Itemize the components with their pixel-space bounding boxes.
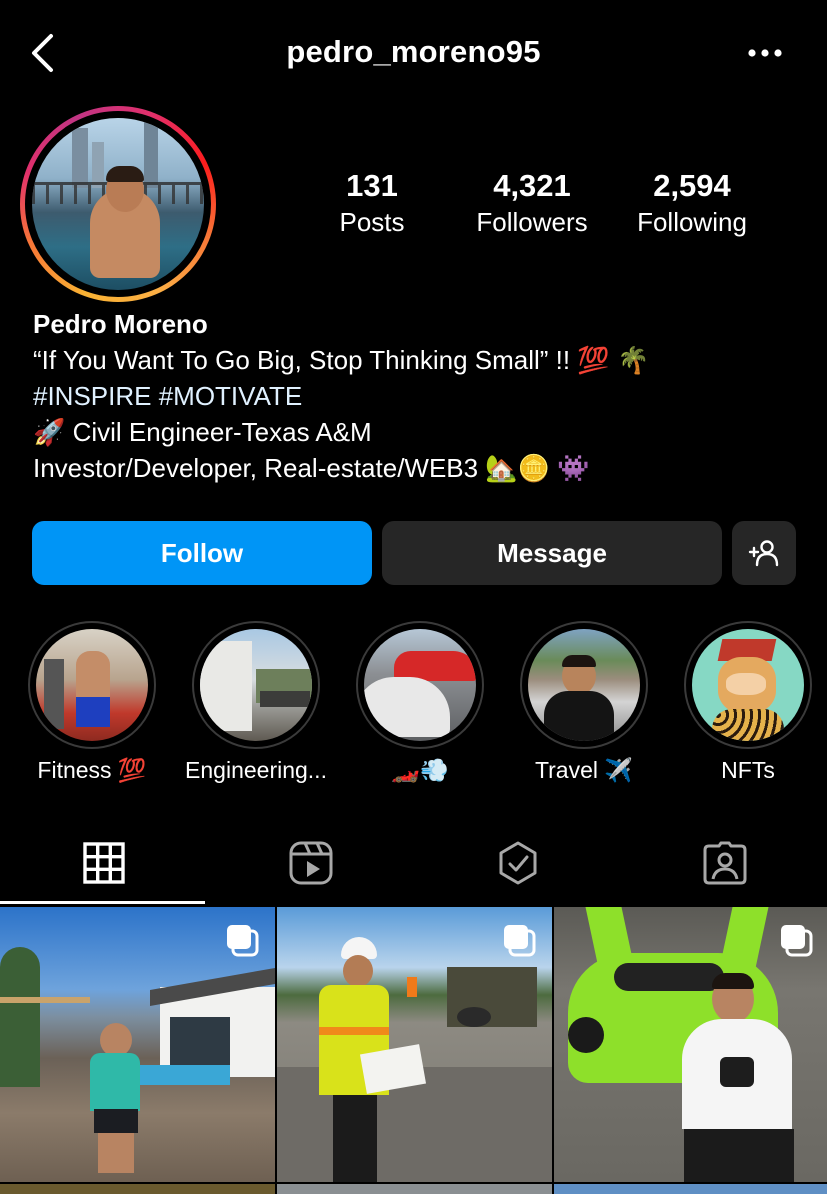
highlight-travel-thumbnail bbox=[528, 629, 640, 741]
profile-display-name: Pedro Moreno bbox=[33, 309, 208, 339]
followers-label: Followers bbox=[476, 207, 588, 237]
more-dots-icon bbox=[748, 49, 782, 57]
post-thumbnail[interactable] bbox=[277, 907, 552, 1182]
following-label: Following bbox=[637, 207, 747, 237]
profile-header: pedro_moreno95 bbox=[0, 0, 827, 106]
post-thumbnail[interactable] bbox=[0, 1184, 275, 1194]
more-options-button[interactable] bbox=[743, 38, 787, 68]
post-thumbnail[interactable] bbox=[554, 907, 827, 1182]
post-thumbnail[interactable] bbox=[554, 1184, 827, 1194]
tab-tagged[interactable] bbox=[621, 822, 827, 904]
posts-label: Posts bbox=[339, 207, 405, 237]
highlight-engineering[interactable]: Engineering... bbox=[176, 621, 336, 785]
highlight-fitness-thumbnail bbox=[36, 629, 148, 741]
post-thumbnail[interactable] bbox=[277, 1184, 552, 1194]
bio-role: 🚀 Civil Engineer-Texas A&M bbox=[33, 417, 372, 447]
following-value: 2,594 bbox=[653, 168, 731, 203]
profile-avatar[interactable] bbox=[20, 106, 216, 302]
post-thumbnail[interactable] bbox=[0, 907, 275, 1182]
highlight-cars[interactable]: 🏎️💨 bbox=[340, 621, 500, 785]
profile-tabs bbox=[0, 822, 827, 904]
tab-guides[interactable] bbox=[414, 822, 621, 904]
follow-button[interactable]: Follow bbox=[32, 521, 372, 585]
profile-bio: Pedro Moreno “If You Want To Go Big, Sto… bbox=[33, 306, 813, 486]
highlight-label: NFTs bbox=[721, 757, 775, 783]
multiple-photos-icon bbox=[227, 925, 259, 957]
highlight-nfts-thumbnail bbox=[692, 629, 804, 741]
bio-quote: “If You Want To Go Big, Stop Thinking Sm… bbox=[33, 345, 650, 375]
bio-hashtags[interactable]: #INSPIRE #MOTIVATE bbox=[33, 378, 813, 414]
check-badge-icon bbox=[499, 841, 536, 885]
avatar-photo bbox=[32, 118, 204, 290]
highlight-fitness[interactable]: Fitness 💯 bbox=[12, 621, 172, 785]
highlight-label: 🏎️💨 bbox=[391, 757, 449, 783]
multiple-photos-icon bbox=[504, 925, 536, 957]
tab-posts-grid[interactable] bbox=[0, 822, 207, 904]
highlight-label: Fitness 💯 bbox=[37, 757, 147, 783]
highlight-engineering-thumbnail bbox=[200, 629, 312, 741]
reels-icon bbox=[289, 841, 332, 885]
profile-tagged-icon bbox=[703, 841, 746, 885]
bio-work: Investor/Developer, Real-estate/WEB3 🏡🪙 … bbox=[33, 453, 590, 483]
profile-username: pedro_moreno95 bbox=[286, 34, 541, 69]
highlight-cars-thumbnail bbox=[364, 629, 476, 741]
highlight-label: Travel ✈️ bbox=[534, 757, 634, 783]
story-highlights: Fitness 💯 Engineering... 🏎️💨 Travel ✈️ N… bbox=[0, 621, 827, 791]
highlight-label: Engineering... bbox=[185, 757, 327, 783]
tab-reels[interactable] bbox=[207, 822, 414, 904]
followers-count[interactable]: 4,321 Followers bbox=[462, 168, 602, 240]
posts-grid bbox=[0, 907, 827, 1194]
add-person-icon bbox=[748, 540, 779, 567]
message-button[interactable]: Message bbox=[382, 521, 722, 585]
posts-value: 131 bbox=[346, 168, 398, 203]
suggested-users-button[interactable] bbox=[732, 521, 796, 585]
grid-icon bbox=[82, 842, 125, 884]
highlight-nfts[interactable]: NFTs bbox=[668, 621, 827, 785]
followers-value: 4,321 bbox=[493, 168, 571, 203]
multiple-photos-icon bbox=[781, 925, 813, 957]
posts-count[interactable]: 131 Posts bbox=[322, 168, 422, 240]
profile-stats: 131 Posts 4,321 Followers 2,594 Followin… bbox=[292, 168, 792, 248]
following-count[interactable]: 2,594 Following bbox=[622, 168, 762, 240]
active-tab-indicator bbox=[0, 901, 205, 904]
highlight-travel[interactable]: Travel ✈️ bbox=[504, 621, 664, 785]
